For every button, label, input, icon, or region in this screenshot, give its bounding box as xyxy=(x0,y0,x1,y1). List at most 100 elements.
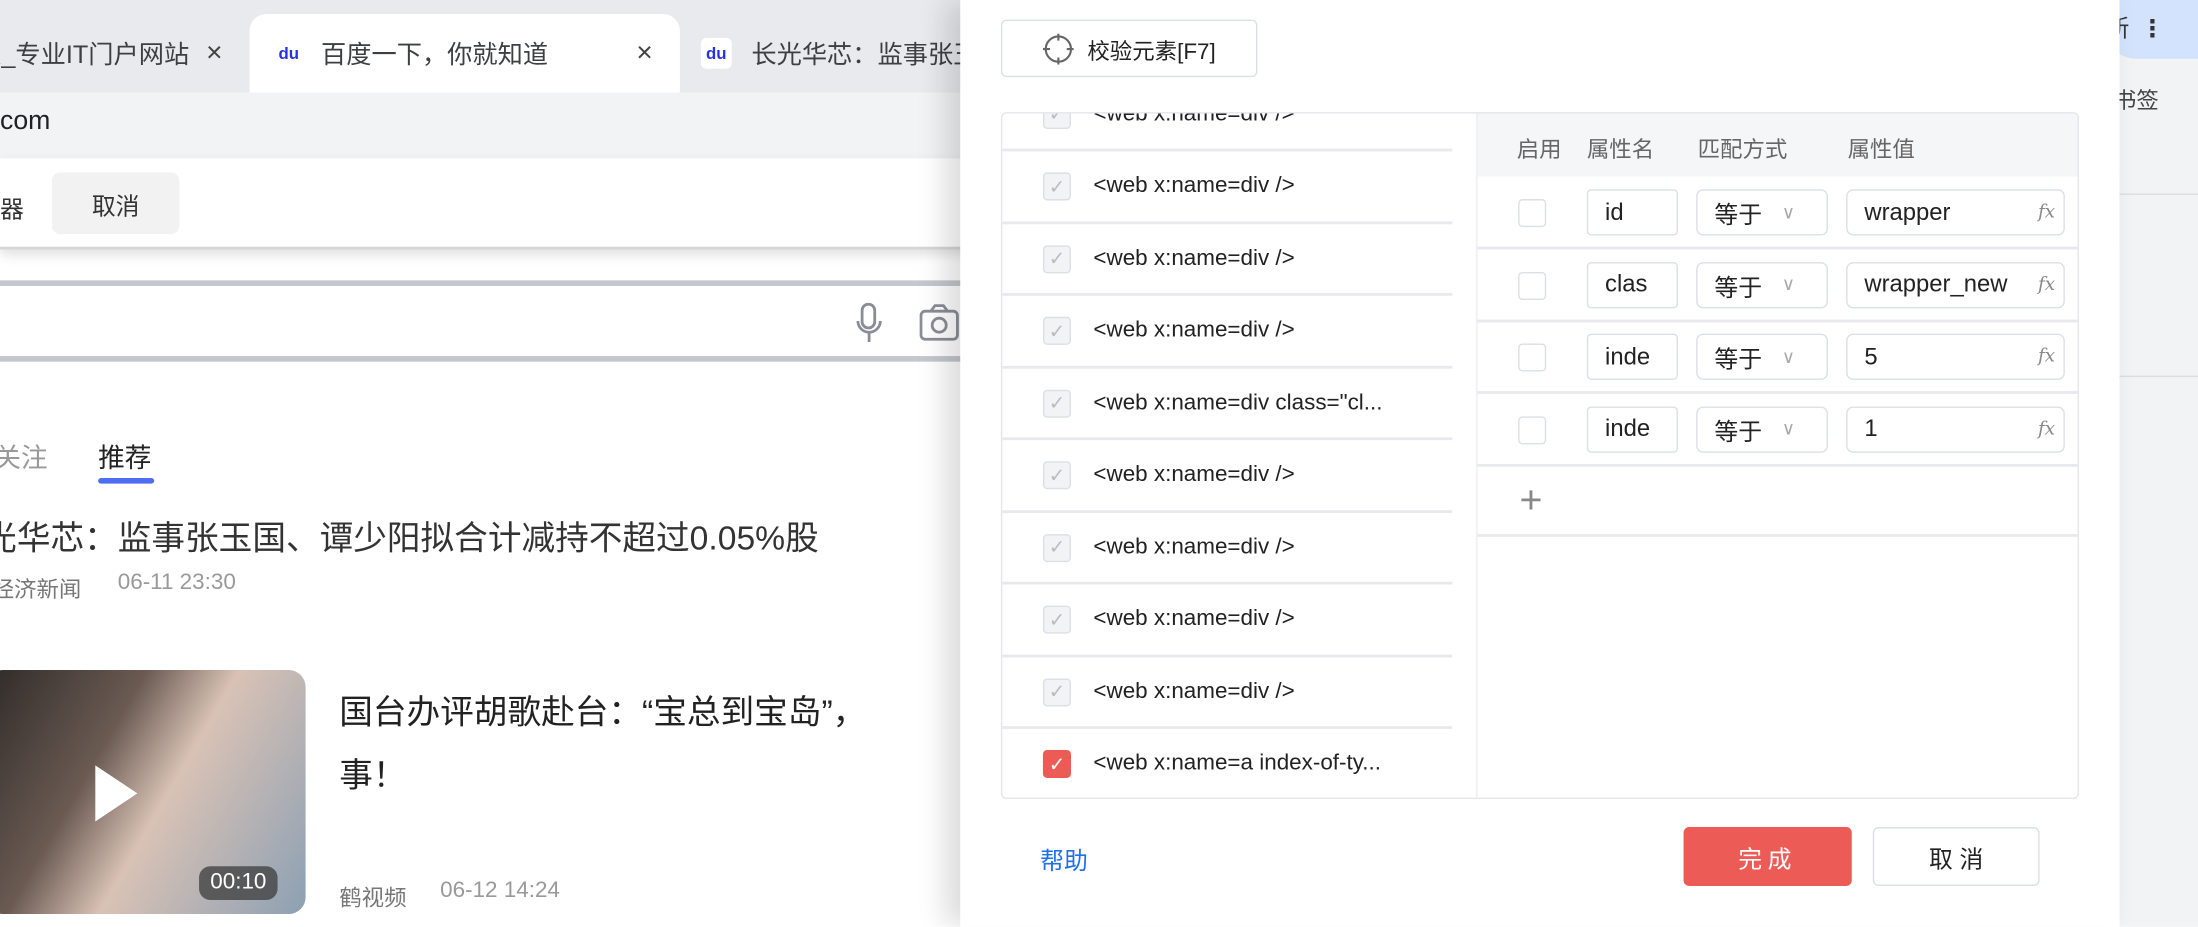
crosshair-icon xyxy=(1042,32,1074,64)
header-attr-name: 属性名 xyxy=(1586,138,1655,163)
active-tab-underline xyxy=(98,478,155,484)
chevron-down-icon: ∨ xyxy=(1781,273,1796,295)
element-list-item[interactable]: ✓ <web x:name=div /> xyxy=(1002,657,1453,729)
news-time: 06-12 14:24 xyxy=(440,878,560,903)
feed-tab-follow[interactable]: 关注 xyxy=(0,437,48,475)
attr-name-input[interactable]: inde xyxy=(1586,405,1678,453)
video-thumbnail[interactable]: 00:10 xyxy=(0,670,306,914)
attr-name-input[interactable]: id xyxy=(1586,189,1678,236)
header-match: 匹配方式 xyxy=(1697,138,1788,163)
match-text: 等于 xyxy=(1714,418,1763,446)
element-list-item[interactable]: ✓ <web x:name=a index-of-ty... xyxy=(1002,730,1452,798)
page-cancel-button[interactable]: 取消 xyxy=(51,172,180,235)
cancel-button[interactable]: 取 消 xyxy=(1872,827,2040,886)
element-label: <web x:name=div class="cl... xyxy=(1093,390,1383,415)
fx-icon[interactable]: fx xyxy=(2038,274,2055,295)
element-list-item[interactable]: ✓ <web x:name=div /> xyxy=(1002,152,1453,224)
match-text: 等于 xyxy=(1714,346,1763,373)
match-text: 等于 xyxy=(1714,274,1763,301)
element-checkbox[interactable]: ✓ xyxy=(1042,677,1071,706)
attribute-row: ✓ id 等于 ∨ wrapper fx xyxy=(1477,177,2078,250)
element-checkbox[interactable]: ✓ xyxy=(1042,533,1071,562)
attr-name-text: id xyxy=(1605,198,1624,225)
element-label: <web x:name=div /> xyxy=(1093,246,1295,270)
partial-label: 器 xyxy=(0,196,24,223)
feed-tab-recommend[interactable]: 推荐 xyxy=(98,437,151,475)
tab-title: 技_专业IT门户网站 xyxy=(0,40,190,69)
news-time: 06-11 23:30 xyxy=(117,570,236,595)
match-select[interactable]: 等于 ∨ xyxy=(1696,189,1828,236)
element-label: <web x:name=div /> xyxy=(1093,534,1295,559)
attr-name-text: inde xyxy=(1605,342,1651,370)
element-list-item[interactable]: ✓ <web x:name=div /> xyxy=(1002,296,1453,368)
element-label: <web x:name=div /> xyxy=(1093,112,1295,126)
fx-icon[interactable]: fx xyxy=(2038,418,2055,439)
element-list-item[interactable]: ✓ <web x:name=div class="cl... xyxy=(1002,369,1453,441)
match-select[interactable]: 等于 ∨ xyxy=(1696,405,1828,453)
menu-icon[interactable]: ⋮ xyxy=(2141,15,2165,42)
attribute-table: 启用 属性名 匹配方式 属性值 ✓ id 等于 ∨ wrapper fx ✓ cla… xyxy=(1476,113,2078,798)
chevron-down-icon: ∨ xyxy=(1781,201,1796,223)
enable-checkbox[interactable]: ✓ xyxy=(1518,271,1547,300)
fx-icon[interactable]: fx xyxy=(2038,346,2055,367)
element-label: <web x:name=div /> xyxy=(1093,173,1295,198)
done-button[interactable]: 完成 xyxy=(1683,827,1852,886)
chevron-down-icon: ∨ xyxy=(1781,345,1796,367)
element-checkbox[interactable]: ✓ xyxy=(1042,605,1071,634)
help-link[interactable]: 帮助 xyxy=(1040,841,1088,876)
browser-right-strip: 新⋮ 书签 xyxy=(2105,0,2198,927)
baidu-paw-icon: du xyxy=(700,37,732,69)
table-header: 启用 属性名 匹配方式 属性值 xyxy=(1477,113,2078,177)
attr-value-input[interactable]: 1 fx xyxy=(1846,405,2065,453)
bookmarks-label[interactable]: 书签 xyxy=(2114,81,2159,115)
element-checkbox[interactable]: ✓ xyxy=(1042,388,1071,418)
search-box[interactable] xyxy=(0,280,982,362)
camera-icon[interactable] xyxy=(919,303,962,342)
enable-checkbox[interactable]: ✓ xyxy=(1518,415,1547,444)
fx-icon[interactable]: fx xyxy=(2038,202,2055,223)
element-checkbox[interactable]: ✓ xyxy=(1042,113,1071,129)
verify-label: 校验元素[F7] xyxy=(1087,39,1216,64)
attr-name-input[interactable]: clas xyxy=(1586,261,1678,308)
news-title[interactable]: 国台办评胡歌赴台：“宝总到宝岛”， xyxy=(339,684,866,733)
element-checkbox[interactable]: ✓ xyxy=(1042,316,1071,345)
element-label: <web x:name=div /> xyxy=(1093,462,1295,487)
play-icon[interactable] xyxy=(95,765,138,822)
element-list-item[interactable]: ✓ <web x:name=div /> xyxy=(1002,224,1453,296)
news-source: 鹤视频 xyxy=(339,887,407,912)
attr-name-input[interactable]: inde xyxy=(1586,333,1678,380)
element-list-item[interactable]: ✓ <web x:name=div /> xyxy=(1002,585,1453,657)
element-checkbox[interactable]: ✓ xyxy=(1042,461,1071,490)
element-checkbox[interactable]: ✓ xyxy=(1042,244,1071,273)
element-list-item[interactable]: ✓ <web x:name=div /> xyxy=(1002,441,1453,513)
news-title[interactable]: 光华芯：监事张玉国、谭少阳拟合计减持不超过0.05%股 xyxy=(0,510,819,559)
match-select[interactable]: 等于 ∨ xyxy=(1696,261,1828,308)
microphone-icon[interactable] xyxy=(855,302,883,345)
element-checkbox[interactable]: ✓ xyxy=(1042,749,1071,778)
header-enabled: 启用 xyxy=(1516,138,1562,163)
attribute-row: ✓ inde 等于 ∨ 5 fx xyxy=(1477,321,2078,394)
match-select[interactable]: 等于 ∨ xyxy=(1696,333,1828,380)
news-title-line2[interactable]: 事！ xyxy=(339,747,406,796)
tab-2-active[interactable]: du 百度一下，你就知道 × xyxy=(249,14,680,93)
element-list-item[interactable]: ✓ <web x:name=div /> xyxy=(1002,513,1453,585)
tab-3[interactable]: du 长光华芯：监事张玉 xyxy=(700,14,981,93)
enable-checkbox[interactable]: ✓ xyxy=(1518,343,1547,372)
tab-1[interactable]: 技_专业IT门户网站 × xyxy=(0,14,250,93)
close-tab-icon[interactable]: × xyxy=(206,37,222,69)
element-editor-dialog: 校验元素[F7] ✓ <web x:name=div /> ✓ <web x:name… xyxy=(960,0,2120,927)
close-tab-icon[interactable]: × xyxy=(636,37,652,69)
element-label: <web x:name=div /> xyxy=(1093,318,1295,343)
match-text: 等于 xyxy=(1714,201,1763,229)
enable-checkbox[interactable]: ✓ xyxy=(1518,199,1547,228)
element-checkbox[interactable]: ✓ xyxy=(1042,172,1071,201)
attr-value-input[interactable]: wrapper_new fx xyxy=(1846,261,2065,308)
attr-value-text: wrapper_new xyxy=(1864,270,2008,298)
element-list-item[interactable]: ✓ <web x:name=div /> xyxy=(1002,112,1453,152)
attr-value-input[interactable]: 5 fx xyxy=(1846,333,2065,380)
verify-element-button[interactable]: 校验元素[F7] xyxy=(1000,19,1258,78)
element-label: <web x:name=a index-of-ty... xyxy=(1093,751,1381,776)
attr-value-text: 1 xyxy=(1864,414,1878,442)
add-attribute-button[interactable]: + xyxy=(1520,478,1543,523)
attr-value-input[interactable]: wrapper fx xyxy=(1846,189,2065,236)
